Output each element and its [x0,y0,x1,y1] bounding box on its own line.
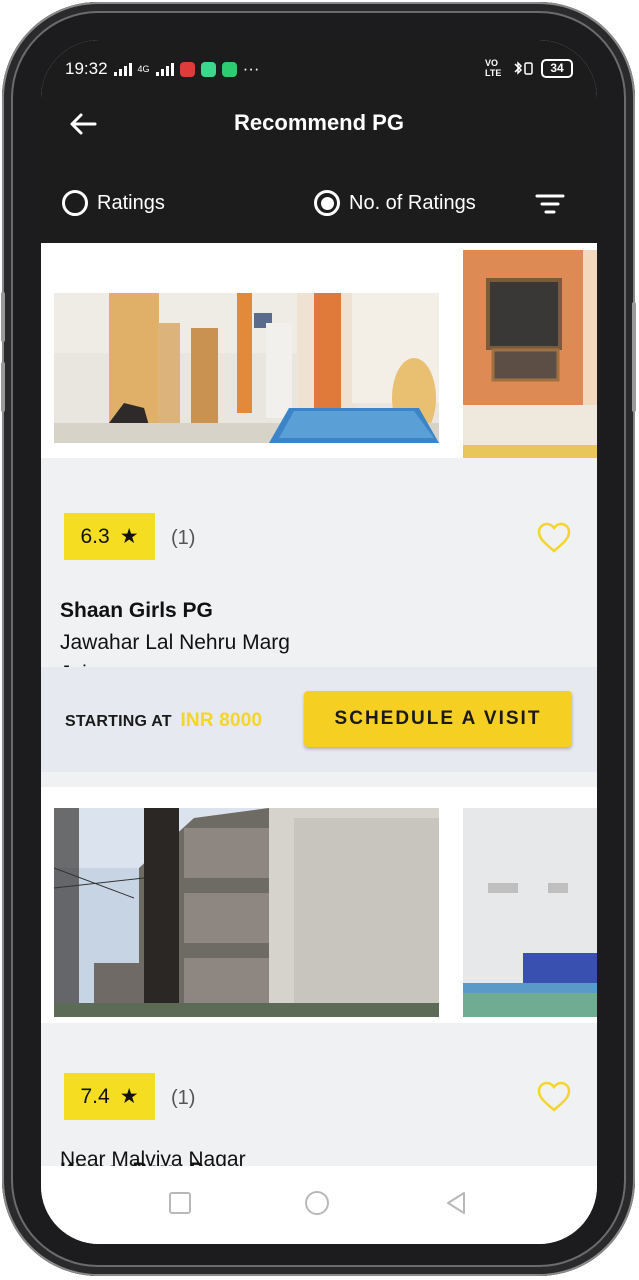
app-screen: 19:32 4G ··· VO LTE 34 Recommend PG Rati… [41,40,597,1244]
address-line: Near Malviya Nagar [60,1148,246,1166]
radio-button[interactable] [62,190,88,216]
sort-option-number-of-ratings[interactable]: No. of Ratings [314,190,476,216]
app-header: 19:32 4G ··· VO LTE 34 Recommend PG Rati… [41,40,597,243]
page-title: Recommend PG [234,110,404,135]
circle-icon[interactable] [304,1190,330,1216]
power-button [632,302,636,412]
network-label: 4G [137,64,150,74]
star-icon: ★ [119,525,139,548]
message-app-icon [221,61,237,77]
sort-option-label: Ratings [97,191,165,214]
listing-card[interactable]: 6.3 ★ (1) Shaan Girls PG Jawahar Lal Neh… [41,243,597,772]
rating-value: 6.3 [80,524,110,548]
rating-count: (1) [171,527,196,549]
battery-indicator: 34 [541,58,573,78]
sort-option-label: No. of Ratings [349,191,476,214]
star-icon: ★ [119,1085,139,1108]
room-photo [463,250,597,458]
heart-outline-icon[interactable] [536,1081,572,1113]
starting-label: STARTING AT [65,713,172,730]
radio-button-selected[interactable] [314,190,340,216]
listing-address: Near Malviya Nagar [60,1144,246,1166]
starting-at: STARTING AT INR 8000 [65,710,262,732]
listing-photo-2[interactable] [463,250,597,458]
volume-down-button [1,362,5,412]
rating-count: (1) [171,1087,196,1109]
schedule-visit-button[interactable]: SCHEDULE A VISIT [304,691,572,747]
bluetooth-vibrate-icon [514,61,533,75]
system-nav-bar [41,1166,597,1244]
triangle-back-icon[interactable] [443,1190,469,1216]
price-bar: STARTING AT INR 8000 SCHEDULE A VISIT [41,667,597,772]
price-value: INR 8000 [180,710,263,731]
volte-label: VO LTE [485,58,502,78]
volume-up-button [1,292,5,342]
room-photo [54,293,439,443]
rating-badge: 7.4 ★ [64,1073,155,1120]
status-time: 19:32 [65,59,108,78]
building-photo [54,808,439,1017]
signal-2-icon [155,62,174,76]
listing-name[interactable]: Shaan Girls PG [60,599,213,623]
filter-icon[interactable] [535,192,565,216]
listing-photo-2[interactable] [463,808,597,1017]
notification-app-icon [179,61,195,77]
rating-badge: 6.3 ★ [64,513,155,560]
square-icon[interactable] [167,1190,193,1216]
room-photo [463,808,597,1017]
address-line: Jawahar Lal Nehru Marg [60,631,290,654]
rating-value: 7.4 [80,1084,110,1108]
listing-photo[interactable] [54,808,439,1017]
notification-app-icon-2 [200,61,216,77]
listing-card[interactable]: 7.4 ★ (1) Kumar Boys Pg [41,787,597,1182]
sort-option-ratings[interactable]: Ratings [62,190,165,216]
status-bar: 19:32 4G ··· [65,59,260,79]
more-notifications-icon: ··· [242,59,260,78]
heart-outline-icon[interactable] [536,522,572,554]
signal-icon [113,62,132,76]
status-right: VO LTE 34 [485,58,573,78]
listing-photo[interactable] [54,293,439,443]
